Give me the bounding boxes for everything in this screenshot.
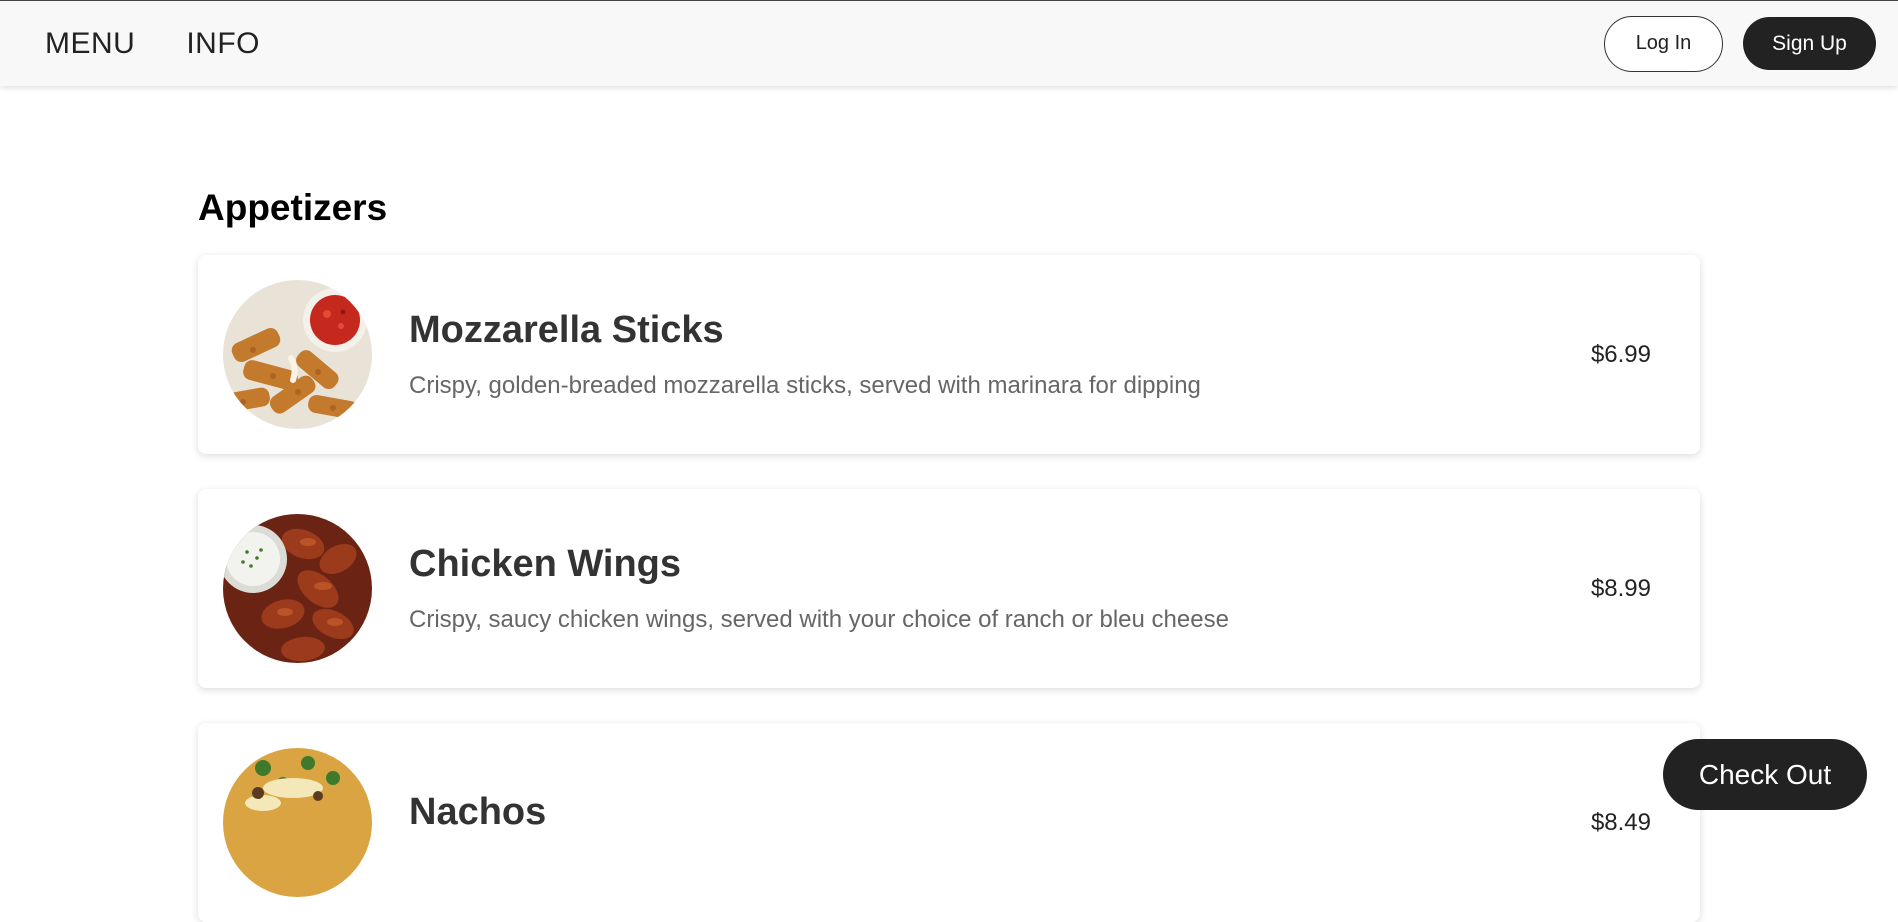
item-info: Chicken Wings Crispy, saucy chicken wing… <box>409 543 1229 634</box>
nav-left-group: MENU INFO <box>45 27 260 61</box>
chicken-wings-photo <box>223 514 372 663</box>
item-description: Crispy, golden-breaded mozzarella sticks… <box>409 372 1201 399</box>
nav-menu-link[interactable]: MENU <box>45 27 135 61</box>
item-price: $6.99 <box>1590 340 1651 368</box>
login-button[interactable]: Log In <box>1604 15 1723 72</box>
menu-content: Appetizers Mozzarella Sticks Crispy, gol… <box>198 86 1700 922</box>
item-name: Chicken Wings <box>409 543 682 585</box>
signup-button[interactable]: Sign Up <box>1743 17 1876 70</box>
item-name: Mozzarella Sticks <box>409 309 724 351</box>
item-price: $8.49 <box>1590 808 1651 836</box>
item-price: $8.99 <box>1590 574 1651 602</box>
nav-auth-group: Log In Sign Up <box>1604 15 1876 72</box>
top-navbar: MENU INFO Log In Sign Up <box>0 0 1898 86</box>
mozzarella-sticks-photo <box>223 280 372 429</box>
item-info: Mozzarella Sticks Crispy, golden-breaded… <box>409 309 1201 400</box>
menu-item-card[interactable]: Mozzarella Sticks Crispy, golden-breaded… <box>198 255 1700 454</box>
menu-item-card[interactable]: Chicken Wings Crispy, saucy chicken wing… <box>198 489 1700 688</box>
checkout-button[interactable]: Check Out <box>1663 739 1867 810</box>
menu-item-card[interactable]: Nachos $8.49 <box>198 723 1700 922</box>
item-name: Nachos <box>409 791 547 833</box>
nav-info-link[interactable]: INFO <box>186 27 260 61</box>
item-description: Crispy, saucy chicken wings, served with… <box>409 606 1229 633</box>
menu-item-list: Mozzarella Sticks Crispy, golden-breaded… <box>198 255 1700 922</box>
nachos-photo <box>223 748 372 897</box>
item-info: Nachos <box>409 791 546 854</box>
section-title: Appetizers <box>198 187 388 228</box>
